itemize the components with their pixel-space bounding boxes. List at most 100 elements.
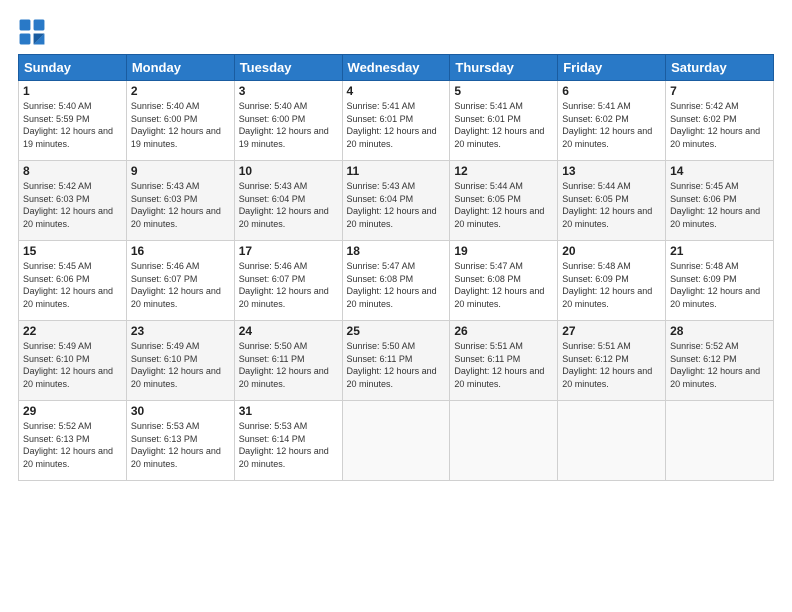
week-row-2: 8 Sunrise: 5:42 AM Sunset: 6:03 PM Daylig… — [19, 161, 774, 241]
day-number: 15 — [23, 244, 122, 258]
day-cell: 2Sunrise: 5:40 AM Sunset: 6:00 PM Daylig… — [126, 81, 234, 161]
day-cell — [558, 401, 666, 481]
day-number: 21 — [670, 244, 769, 258]
day-info: Sunrise: 5:52 AM Sunset: 6:12 PM Dayligh… — [670, 340, 769, 390]
week-row-4: 22 Sunrise: 5:49 AM Sunset: 6:10 PM Dayli… — [19, 321, 774, 401]
day-info: Sunrise: 5:45 AM Sunset: 6:06 PM Dayligh… — [670, 180, 769, 230]
calendar-header: SundayMondayTuesdayWednesdayThursdayFrid… — [19, 55, 774, 81]
day-cell: 5Sunrise: 5:41 AM Sunset: 6:01 PM Daylig… — [450, 81, 558, 161]
day-cell: 17Sunrise: 5:46 AM Sunset: 6:07 PM Dayli… — [234, 241, 342, 321]
day-info: Sunrise: 5:49 AM Sunset: 6:10 PM Dayligh… — [23, 340, 122, 390]
week-row-3: 15 Sunrise: 5:45 AM Sunset: 6:06 PM Dayli… — [19, 241, 774, 321]
day-number: 12 — [454, 164, 553, 178]
day-number: 20 — [562, 244, 661, 258]
day-number: 19 — [454, 244, 553, 258]
day-cell: 3 Sunrise: 5:40 AM Sunset: 6:00 PM Daylig… — [234, 81, 342, 161]
day-number: 28 — [670, 324, 769, 338]
day-cell: 18 Sunrise: 5:47 AM Sunset: 6:08 PM Dayli… — [342, 241, 450, 321]
header-monday: Monday — [126, 55, 234, 81]
day-cell: 8 Sunrise: 5:42 AM Sunset: 6:03 PM Daylig… — [19, 161, 127, 241]
day-info: Sunrise: 5:42 AM Sunset: 6:03 PM Dayligh… — [23, 180, 122, 230]
day-info: Sunrise: 5:43 AM Sunset: 6:04 PM Dayligh… — [239, 180, 338, 230]
week-row-5: 29 Sunrise: 5:52 AM Sunset: 6:13 PM Dayli… — [19, 401, 774, 481]
day-cell: 30Sunrise: 5:53 AM Sunset: 6:13 PM Dayli… — [126, 401, 234, 481]
logo-icon — [18, 18, 46, 46]
day-cell: 24 Sunrise: 5:50 AM Sunset: 6:11 PM Dayli… — [234, 321, 342, 401]
day-number: 5 — [454, 84, 553, 98]
day-number: 10 — [239, 164, 338, 178]
day-info: Sunrise: 5:44 AM Sunset: 6:05 PM Dayligh… — [454, 180, 553, 230]
day-cell: 27 Sunrise: 5:51 AM Sunset: 6:12 PM Dayli… — [558, 321, 666, 401]
header-wednesday: Wednesday — [342, 55, 450, 81]
day-cell — [666, 401, 774, 481]
day-info: Sunrise: 5:45 AM Sunset: 6:06 PM Dayligh… — [23, 260, 122, 310]
day-cell: 4Sunrise: 5:41 AM Sunset: 6:01 PM Daylig… — [342, 81, 450, 161]
day-cell: 1 Sunrise: 5:40 AM Sunset: 5:59 PM Daylig… — [19, 81, 127, 161]
day-info: Sunrise: 5:46 AM Sunset: 6:07 PM Dayligh… — [239, 260, 338, 310]
header-saturday: Saturday — [666, 55, 774, 81]
day-info: Sunrise: 5:43 AM Sunset: 6:03 PM Dayligh… — [131, 180, 230, 230]
day-number: 6 — [562, 84, 661, 98]
day-info: Sunrise: 5:48 AM Sunset: 6:09 PM Dayligh… — [562, 260, 661, 310]
day-cell: 9 Sunrise: 5:43 AM Sunset: 6:03 PM Daylig… — [126, 161, 234, 241]
day-info: Sunrise: 5:40 AM Sunset: 6:00 PM Dayligh… — [239, 100, 338, 150]
day-number: 2 — [131, 84, 230, 98]
day-info: Sunrise: 5:48 AM Sunset: 6:09 PM Dayligh… — [670, 260, 769, 310]
day-number: 16 — [131, 244, 230, 258]
day-cell: 13Sunrise: 5:44 AM Sunset: 6:05 PM Dayli… — [558, 161, 666, 241]
day-cell — [450, 401, 558, 481]
day-info: Sunrise: 5:49 AM Sunset: 6:10 PM Dayligh… — [131, 340, 230, 390]
day-cell: 31Sunrise: 5:53 AM Sunset: 6:14 PM Dayli… — [234, 401, 342, 481]
day-info: Sunrise: 5:42 AM Sunset: 6:02 PM Dayligh… — [670, 100, 769, 150]
day-number: 8 — [23, 164, 122, 178]
day-number: 3 — [239, 84, 338, 98]
day-number: 31 — [239, 404, 338, 418]
day-cell: 29 Sunrise: 5:52 AM Sunset: 6:13 PM Dayli… — [19, 401, 127, 481]
header-tuesday: Tuesday — [234, 55, 342, 81]
day-number: 24 — [239, 324, 338, 338]
day-number: 1 — [23, 84, 122, 98]
day-cell: 19 Sunrise: 5:47 AM Sunset: 6:08 PM Dayli… — [450, 241, 558, 321]
day-info: Sunrise: 5:41 AM Sunset: 6:02 PM Dayligh… — [562, 100, 661, 150]
day-info: Sunrise: 5:52 AM Sunset: 6:13 PM Dayligh… — [23, 420, 122, 470]
day-cell — [342, 401, 450, 481]
day-cell: 26 Sunrise: 5:51 AM Sunset: 6:11 PM Dayli… — [450, 321, 558, 401]
day-number: 9 — [131, 164, 230, 178]
header-sunday: Sunday — [19, 55, 127, 81]
calendar-page: SundayMondayTuesdayWednesdayThursdayFrid… — [0, 0, 792, 612]
day-number: 7 — [670, 84, 769, 98]
day-cell: 12 Sunrise: 5:44 AM Sunset: 6:05 PM Dayli… — [450, 161, 558, 241]
day-cell: 23 Sunrise: 5:49 AM Sunset: 6:10 PM Dayli… — [126, 321, 234, 401]
day-info: Sunrise: 5:43 AM Sunset: 6:04 PM Dayligh… — [347, 180, 446, 230]
day-number: 29 — [23, 404, 122, 418]
day-info: Sunrise: 5:46 AM Sunset: 6:07 PM Dayligh… — [131, 260, 230, 310]
logo — [18, 18, 50, 46]
day-cell: 7 Sunrise: 5:42 AM Sunset: 6:02 PM Daylig… — [666, 81, 774, 161]
day-info: Sunrise: 5:51 AM Sunset: 6:12 PM Dayligh… — [562, 340, 661, 390]
day-cell: 6 Sunrise: 5:41 AM Sunset: 6:02 PM Daylig… — [558, 81, 666, 161]
day-cell: 14 Sunrise: 5:45 AM Sunset: 6:06 PM Dayli… — [666, 161, 774, 241]
day-info: Sunrise: 5:47 AM Sunset: 6:08 PM Dayligh… — [347, 260, 446, 310]
day-cell: 25Sunrise: 5:50 AM Sunset: 6:11 PM Dayli… — [342, 321, 450, 401]
day-cell: 16 Sunrise: 5:46 AM Sunset: 6:07 PM Dayli… — [126, 241, 234, 321]
day-cell: 15 Sunrise: 5:45 AM Sunset: 6:06 PM Dayli… — [19, 241, 127, 321]
day-number: 18 — [347, 244, 446, 258]
day-number: 25 — [347, 324, 446, 338]
header-friday: Friday — [558, 55, 666, 81]
day-number: 27 — [562, 324, 661, 338]
day-cell: 22 Sunrise: 5:49 AM Sunset: 6:10 PM Dayli… — [19, 321, 127, 401]
day-number: 26 — [454, 324, 553, 338]
day-number: 22 — [23, 324, 122, 338]
day-info: Sunrise: 5:40 AM Sunset: 5:59 PM Dayligh… — [23, 100, 122, 150]
day-number: 4 — [347, 84, 446, 98]
day-number: 14 — [670, 164, 769, 178]
day-info: Sunrise: 5:51 AM Sunset: 6:11 PM Dayligh… — [454, 340, 553, 390]
day-cell: 11 Sunrise: 5:43 AM Sunset: 6:04 PM Dayli… — [342, 161, 450, 241]
day-number: 11 — [347, 164, 446, 178]
day-info: Sunrise: 5:53 AM Sunset: 6:13 PM Dayligh… — [131, 420, 230, 470]
day-info: Sunrise: 5:50 AM Sunset: 6:11 PM Dayligh… — [239, 340, 338, 390]
calendar-body: 1 Sunrise: 5:40 AM Sunset: 5:59 PM Daylig… — [19, 81, 774, 481]
day-info: Sunrise: 5:47 AM Sunset: 6:08 PM Dayligh… — [454, 260, 553, 310]
day-number: 23 — [131, 324, 230, 338]
day-info: Sunrise: 5:44 AM Sunset: 6:05 PM Dayligh… — [562, 180, 661, 230]
